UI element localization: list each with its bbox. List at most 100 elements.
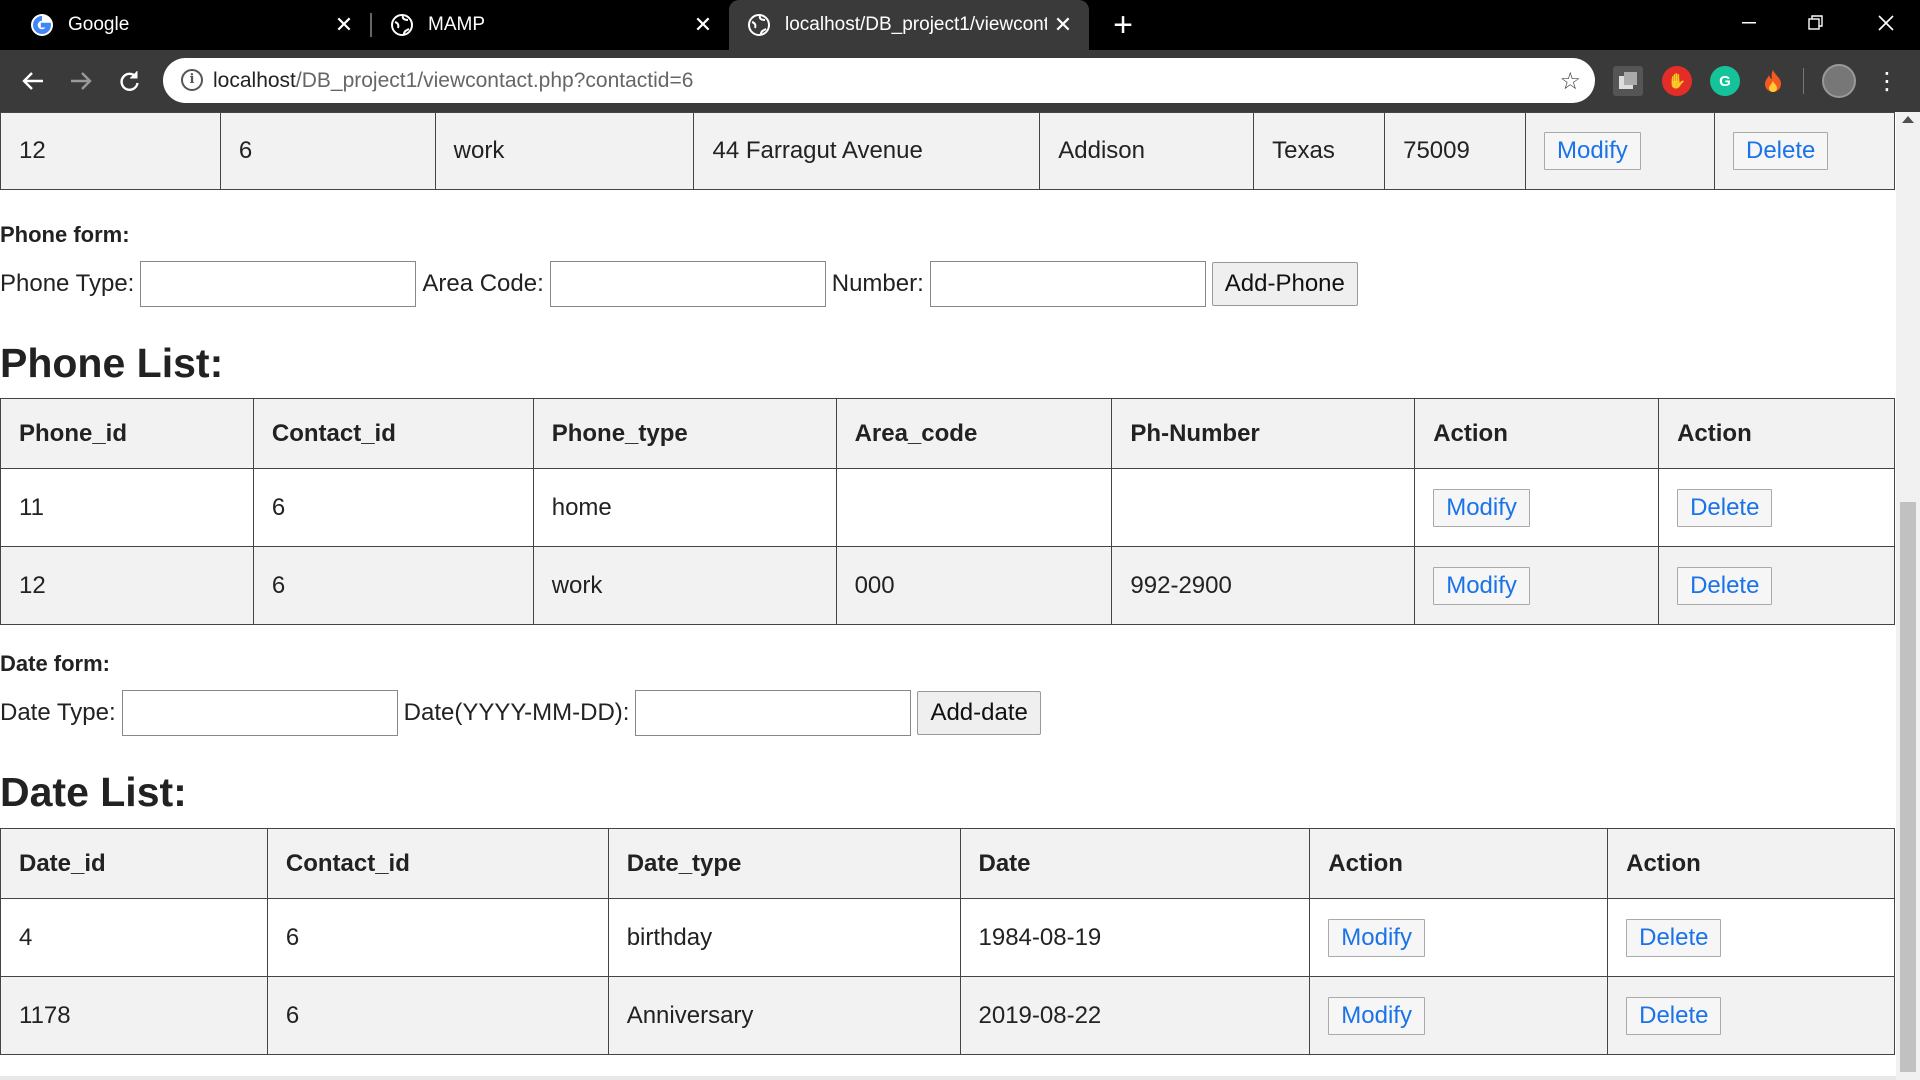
restore-icon[interactable] (1796, 8, 1836, 38)
close-tab-icon[interactable]: ✕ (332, 12, 356, 37)
address-table: 12 6 work 44 Farragut Avenue Addison Tex… (0, 112, 1896, 190)
column-header: Action (1607, 828, 1895, 899)
vertical-scrollbar[interactable] (1896, 112, 1920, 1080)
area-code-label: Area Code: (422, 270, 544, 297)
column-header: Date_type (607, 828, 961, 899)
modify-phone-button[interactable]: Modify (1433, 566, 1530, 605)
modify-address-button[interactable]: Modify (1544, 132, 1641, 170)
contact-id-cell: 6 (266, 976, 609, 1055)
phone-list-table: Phone_id Contact_id Phone_type Area_code… (0, 398, 1895, 625)
globe-icon (747, 13, 771, 37)
date-form-title: Date form: (0, 651, 111, 676)
adblock-hand-icon[interactable]: ✋ (1662, 66, 1692, 96)
close-window-icon[interactable] (1866, 8, 1906, 38)
browser-toolbar: i localhost/DB_project1/viewcontact.php?… (0, 50, 1920, 112)
column-header: Ph-Number (1111, 398, 1416, 469)
column-header: Contact_id (266, 828, 609, 899)
address-bar[interactable]: i localhost/DB_project1/viewcontact.php?… (163, 58, 1595, 103)
phone-type-cell: work (532, 546, 837, 625)
date-value-cell: 1984-08-19 (959, 898, 1311, 977)
column-header: Action (1414, 398, 1660, 469)
tab-title: Google (68, 14, 130, 35)
phone-form: Phone Type: Area Code: Number: Add-Phone (0, 261, 1358, 307)
phone-type-input[interactable] (140, 261, 417, 307)
phone-type-label: Phone Type: (0, 270, 135, 297)
delete-date-button[interactable]: Delete (1626, 918, 1722, 957)
close-tab-icon[interactable]: ✕ (1051, 12, 1075, 37)
table-row: 11 6 home Modify Delete (0, 468, 1895, 547)
url-text: localhost/DB_project1/viewcontact.php?co… (213, 69, 694, 92)
add-date-button[interactable]: Add-date (917, 691, 1041, 735)
date-type-input[interactable] (121, 690, 398, 736)
contact-id-cell: 6 (252, 468, 534, 547)
page-viewport: 12 6 work 44 Farragut Avenue Addison Tex… (0, 112, 1896, 1080)
delete-phone-button[interactable]: Delete (1677, 566, 1773, 605)
contact-id-cell: 6 (266, 898, 609, 977)
phone-form-title: Phone form: (0, 222, 130, 247)
tab-title: localhost/DB_project1/viewconta (785, 14, 1047, 35)
bookmark-star-icon[interactable]: ☆ (1559, 67, 1581, 96)
close-tab-icon[interactable]: ✕ (691, 12, 715, 37)
fire-extension-icon[interactable] (1758, 66, 1788, 96)
area-code-cell (835, 468, 1113, 547)
extension-icon[interactable] (1613, 66, 1643, 96)
tab-title: MAMP (428, 14, 485, 35)
google-icon (30, 13, 54, 37)
site-info-icon[interactable]: i (181, 69, 203, 91)
date-id-cell: 4 (0, 898, 268, 977)
date-list-heading: Date List: (0, 769, 187, 815)
date-value-cell: 2019-08-22 (959, 976, 1311, 1055)
tab-google[interactable]: Google ✕ (0, 0, 370, 50)
delete-date-button[interactable]: Delete (1626, 996, 1722, 1035)
date-form: Date Type: Date(YYYY-MM-DD): Add-date (0, 690, 1041, 736)
table-row: 12 6 work 44 Farragut Avenue Addison Tex… (0, 112, 1896, 190)
date-type-cell: birthday (607, 898, 961, 977)
minimize-icon[interactable] (1729, 8, 1769, 38)
tab-viewcontact[interactable]: localhost/DB_project1/viewconta ✕ (729, 0, 1089, 50)
modify-date-button[interactable]: Modify (1328, 996, 1425, 1035)
forward-arrow-icon[interactable] (64, 64, 98, 98)
profile-avatar[interactable] (1822, 64, 1856, 98)
delete-phone-button[interactable]: Delete (1677, 488, 1773, 527)
reload-icon[interactable] (112, 64, 146, 98)
globe-icon (390, 13, 414, 37)
date-type-label: Date Type: (0, 699, 116, 726)
area-code-input[interactable] (549, 261, 826, 307)
back-arrow-icon[interactable] (16, 64, 50, 98)
column-header: Contact_id (252, 398, 534, 469)
modify-phone-button[interactable]: Modify (1433, 488, 1530, 527)
table-header-row: Date_id Contact_id Date_type Date Action… (0, 828, 1895, 899)
tab-mamp[interactable]: MAMP ✕ (372, 0, 729, 50)
tab-strip: Google ✕ MAMP ✕ localhost/DB_project1/vi… (0, 0, 1920, 50)
phone-number-cell (1111, 468, 1416, 547)
date-input[interactable] (635, 690, 912, 736)
toolbar-divider (1803, 68, 1804, 94)
new-tab-plus-icon[interactable]: + (1108, 8, 1138, 42)
column-header: Date (959, 828, 1311, 899)
scrollbar-thumb[interactable] (1900, 502, 1916, 1072)
delete-address-button[interactable]: Delete (1732, 132, 1829, 170)
date-label: Date(YYYY-MM-DD): (403, 699, 630, 726)
table-row: 1178 6 Anniversary 2019-08-22 Modify Del… (0, 976, 1895, 1055)
column-header: Phone_type (532, 398, 837, 469)
number-input[interactable] (929, 261, 1206, 307)
column-header: Date_id (0, 828, 268, 899)
area-code-cell: 000 (835, 546, 1113, 625)
grammarly-icon[interactable]: G (1710, 66, 1740, 96)
address-type-cell: work (434, 112, 695, 190)
contact-id-cell: 6 (252, 546, 534, 625)
modify-date-button[interactable]: Modify (1328, 918, 1425, 957)
table-header-row: Phone_id Contact_id Phone_type Area_code… (0, 398, 1895, 469)
add-phone-button[interactable]: Add-Phone (1211, 262, 1358, 306)
column-header: Action (1658, 398, 1895, 469)
menu-dots-icon[interactable]: ⋮ (1870, 64, 1904, 98)
date-id-cell: 1178 (0, 976, 268, 1055)
date-type-cell: Anniversary (607, 976, 961, 1055)
scroll-up-arrow-icon[interactable] (1902, 116, 1914, 123)
phone-list-heading: Phone List: (0, 340, 224, 386)
date-list-table: Date_id Contact_id Date_type Date Action… (0, 828, 1895, 1055)
table-row: 4 6 birthday 1984-08-19 Modify Delete (0, 898, 1895, 977)
street-cell: 44 Farragut Avenue (693, 112, 1041, 190)
phone-id-cell: 11 (0, 468, 254, 547)
column-header: Action (1309, 828, 1609, 899)
